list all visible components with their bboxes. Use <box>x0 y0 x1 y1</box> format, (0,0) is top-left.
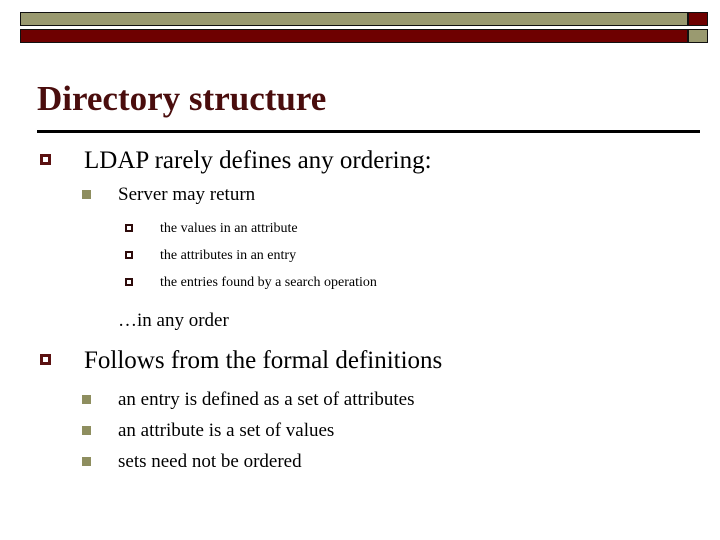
bullet-text: Server may return <box>118 184 256 205</box>
bullet-level2: sets need not be ordered <box>0 446 720 477</box>
title-underline-rule <box>37 130 700 133</box>
bullet-text: the values in an attribute <box>160 221 298 236</box>
filled-square-bullet-icon <box>82 395 91 404</box>
filled-square-bullet-icon <box>82 190 91 199</box>
hollow-square-bullet-icon <box>125 224 133 232</box>
bullet-level2: Server may return <box>0 179 720 210</box>
continuation-text: …in any order <box>118 310 229 331</box>
hollow-square-bullet-icon <box>40 354 51 365</box>
bullet-text: the attributes in an entry <box>160 248 297 263</box>
hollow-square-bullet-icon <box>125 251 133 259</box>
decoration-row-bottom <box>20 29 708 43</box>
decoration-square-red <box>688 12 708 26</box>
bullet-level1: Follows from the formal definitions <box>0 343 720 379</box>
bullet-text: LDAP rarely defines any ordering: <box>84 147 432 174</box>
slide-title: Directory structure <box>37 79 327 118</box>
bullet-level2: an attribute is a set of values <box>0 415 720 446</box>
decoration-row-top <box>20 12 708 26</box>
bullet-text: an attribute is a set of values <box>118 420 335 441</box>
bullet-level1: LDAP rarely defines any ordering: <box>0 143 720 179</box>
decoration-bar-red <box>20 29 688 43</box>
decoration-square-tan <box>688 29 708 43</box>
slide-body: LDAP rarely defines any ordering: Server… <box>0 143 720 477</box>
bullet-level2: an entry is defined as a set of attribut… <box>0 384 720 415</box>
continuation-line: …in any order <box>0 304 720 338</box>
bullet-level3: the entries found by a search operation <box>0 269 720 296</box>
bullet-text: sets need not be ordered <box>118 451 302 472</box>
bullet-level3: the attributes in an entry <box>0 242 720 269</box>
bullet-text: an entry is defined as a set of attribut… <box>118 389 415 410</box>
hollow-square-bullet-icon <box>40 154 51 165</box>
bullet-level3: the values in an attribute <box>0 215 720 242</box>
bullet-text: Follows from the formal definitions <box>84 347 443 374</box>
slide-header-decoration <box>20 12 708 43</box>
filled-square-bullet-icon <box>82 457 91 466</box>
hollow-square-bullet-icon <box>125 278 133 286</box>
decoration-bar-tan <box>20 12 688 26</box>
filled-square-bullet-icon <box>82 426 91 435</box>
bullet-text: the entries found by a search operation <box>160 275 377 290</box>
